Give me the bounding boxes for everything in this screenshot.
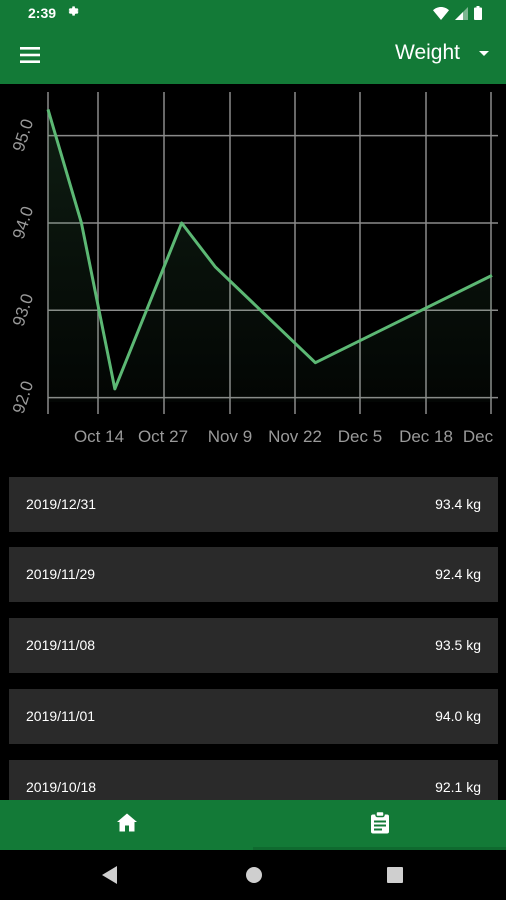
settings-gear-icon [66, 4, 80, 23]
list-item[interactable]: 2019/12/31 93.4 kg [9, 477, 498, 532]
wifi-icon [433, 6, 449, 25]
x-tick-label: Dec [463, 427, 494, 446]
list-item[interactable]: 2019/11/29 92.4 kg [9, 547, 498, 602]
back-icon[interactable] [102, 866, 118, 889]
list-item[interactable]: 2019/11/01 94.0 kg [9, 689, 498, 744]
entry-date: 2019/11/08 [26, 637, 96, 653]
recents-icon[interactable] [387, 867, 403, 888]
app-title: Weight [395, 41, 460, 64]
entry-value: 94.0 kg [435, 708, 481, 724]
status-time: 2:39 [28, 5, 57, 21]
y-tick-label: 92.0 [9, 379, 37, 416]
x-tick-label: Oct 14 [74, 427, 124, 446]
entry-date: 2019/12/31 [26, 496, 97, 512]
x-tick-label: Dec 5 [338, 427, 382, 446]
battery-icon [474, 6, 482, 25]
entry-date: 2019/11/01 [26, 708, 96, 724]
weight-entry-list: 2019/12/31 93.4 kg 2019/11/29 92.4 kg 20… [0, 456, 506, 800]
dropdown-arrow-icon [478, 45, 490, 63]
metric-selector[interactable]: Weight [395, 41, 490, 65]
x-tick-label: Oct 27 [138, 427, 188, 446]
bottom-navigation [0, 800, 506, 850]
list-item[interactable]: 2019/11/08 93.5 kg [9, 618, 498, 673]
weight-chart: 92.0 93.0 94.0 95.0 Oct 14 Oct 27 Nov 9 Nov 22 D… [0, 84, 506, 456]
entry-value: 92.1 kg [435, 779, 481, 795]
entry-value: 92.4 kg [435, 566, 481, 582]
x-tick-label: Nov 9 [208, 427, 252, 446]
list-item[interactable]: 2019/10/18 92.1 kg [9, 760, 498, 800]
entry-value: 93.4 kg [435, 496, 481, 512]
y-tick-label: 93.0 [9, 291, 37, 328]
y-tick-label: 95.0 [9, 117, 37, 154]
y-tick-label: 94.0 [9, 204, 37, 241]
signal-icon [455, 6, 468, 25]
entry-value: 93.5 kg [435, 637, 481, 653]
entry-date: 2019/11/29 [26, 566, 96, 582]
home-icon [116, 813, 137, 837]
system-navigation-bar [0, 850, 506, 900]
x-tick-label: Dec 18 [399, 427, 453, 446]
tab-home[interactable] [0, 800, 253, 850]
app-bar: Weight [0, 26, 506, 84]
weight-chart-svg: 92.0 93.0 94.0 95.0 Oct 14 Oct 27 Nov 9 Nov 22 D… [9, 92, 498, 446]
x-tick-label: Nov 22 [268, 427, 322, 446]
status-bar: 2:39 [0, 0, 506, 26]
clipboard-icon [370, 810, 389, 839]
entry-date: 2019/10/18 [26, 779, 97, 795]
home-circle-icon[interactable] [245, 866, 263, 889]
menu-icon[interactable] [18, 43, 42, 67]
tab-records[interactable] [253, 800, 506, 850]
